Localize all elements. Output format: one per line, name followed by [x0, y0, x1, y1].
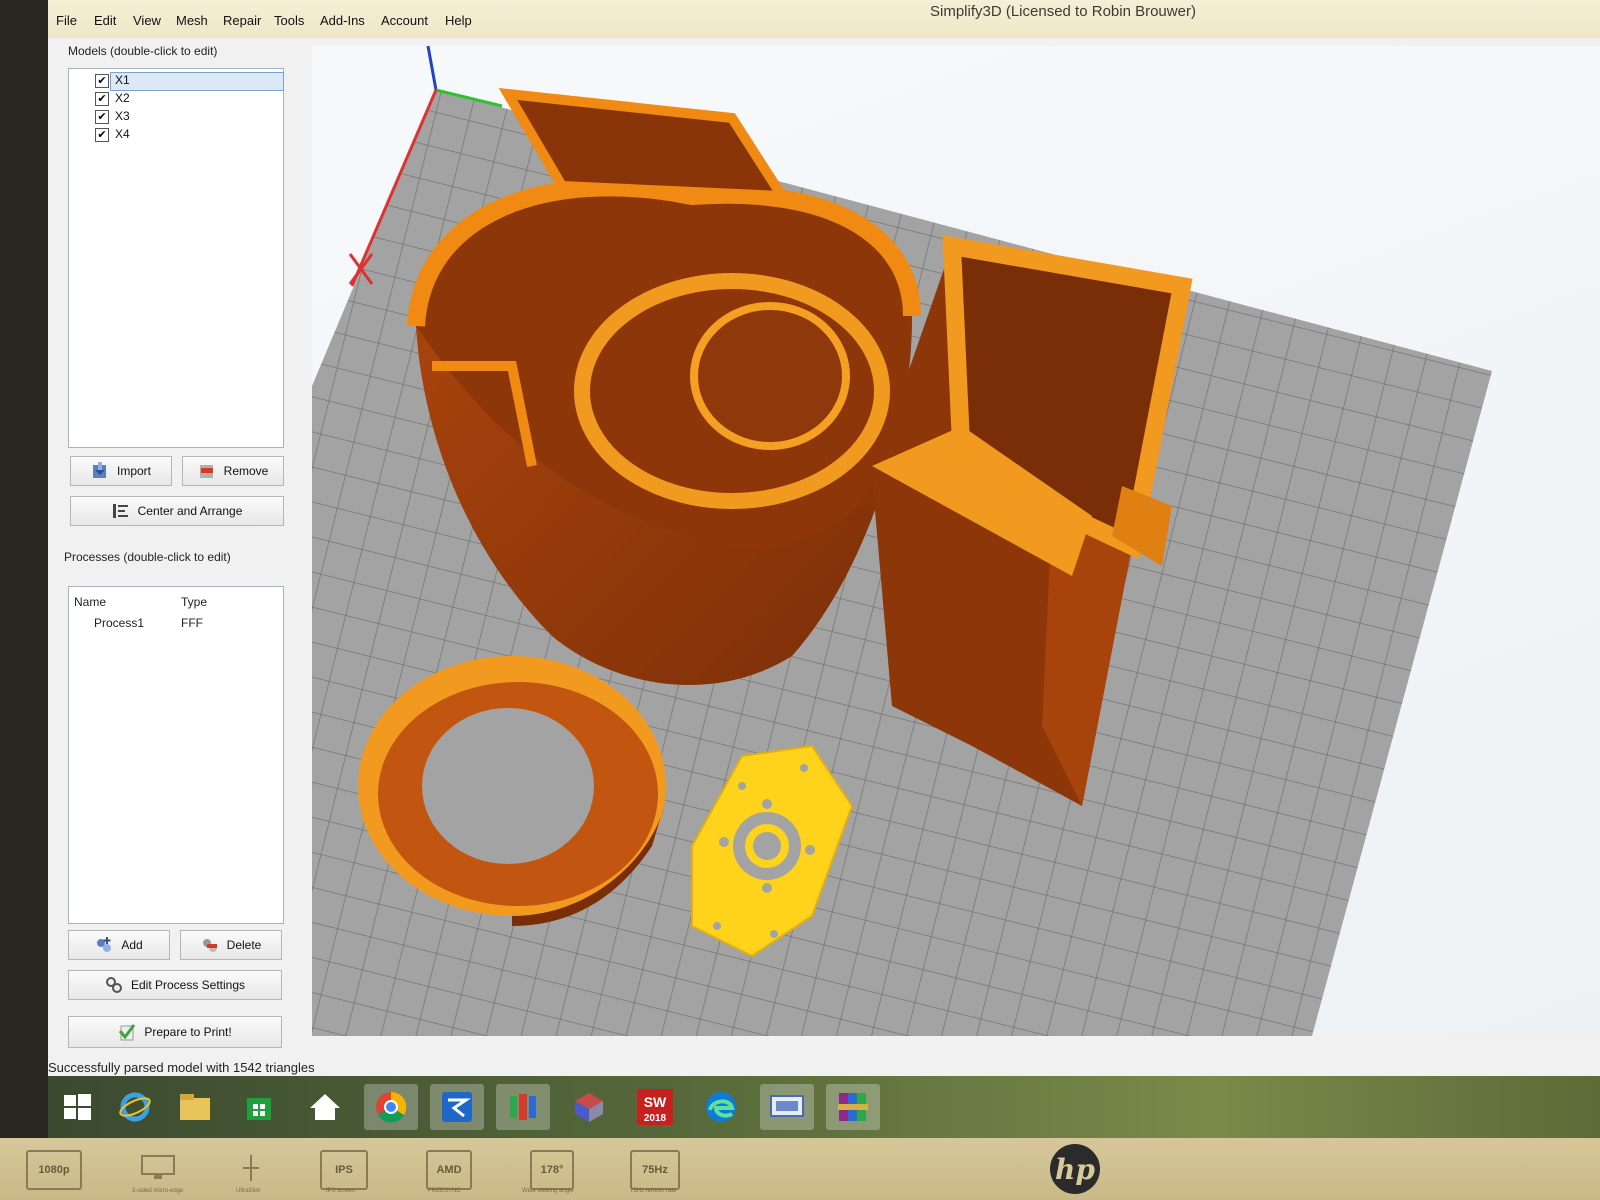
models-list[interactable]: ✔ X1 ✔ X2 ✔ X3 ✔ X4 — [68, 68, 284, 448]
sticker-1080p: 1080p — [26, 1150, 82, 1190]
sticker-label: IPS — [335, 1164, 353, 1176]
checkbox[interactable]: ✔ — [95, 92, 109, 106]
store-icon[interactable] — [232, 1084, 286, 1130]
sticker-label: 1080p — [38, 1164, 70, 1176]
models-group-title: Models (double-click to edit) — [68, 44, 218, 58]
process-type-cell: FFF — [181, 616, 203, 630]
menu-tools[interactable]: Tools — [274, 13, 304, 28]
menu-mesh[interactable]: Mesh — [176, 13, 208, 28]
import-button[interactable]: Import — [70, 456, 172, 486]
add-process-button[interactable]: Add — [68, 930, 170, 960]
model-label: X1 — [115, 73, 130, 87]
network-app-icon[interactable] — [760, 1084, 814, 1130]
windows-start-icon[interactable] — [50, 1084, 104, 1130]
sticker-label: 75Hz — [642, 1164, 668, 1176]
app-icon[interactable] — [496, 1084, 550, 1130]
sticker-label: AMD — [436, 1164, 462, 1176]
model-label: X4 — [115, 127, 130, 141]
column-header-name[interactable]: Name — [74, 595, 106, 609]
model-label: X3 — [115, 109, 130, 123]
sticker-75hz: 75Hz — [630, 1150, 680, 1190]
checkbox[interactable]: ✔ — [95, 74, 109, 88]
file-explorer-icon[interactable] — [168, 1084, 222, 1130]
monitor-screen: File Edit View Mesh Repair Tools Add-Ins… — [48, 0, 1600, 1138]
remove-icon — [199, 465, 213, 478]
sticker-viewing-angle: 178° — [530, 1150, 574, 1190]
sticker-amd-freesync: AMD — [426, 1150, 472, 1190]
windows-taskbar: SW 2018 — [48, 1076, 1600, 1138]
hp-logo: hp — [1050, 1144, 1100, 1194]
selection-highlight — [110, 72, 284, 91]
settings-gears-icon — [105, 977, 122, 993]
menu-repair[interactable]: Repair — [223, 13, 261, 28]
remove-label: Remove — [223, 464, 269, 478]
ultraslim-icon — [243, 1155, 259, 1181]
column-header-type[interactable]: Type — [181, 595, 207, 609]
add-icon — [97, 937, 112, 952]
sticker-caption: IPS screen — [326, 1188, 356, 1194]
chrome-icon[interactable] — [364, 1084, 418, 1130]
remove-button[interactable]: Remove — [182, 456, 284, 486]
monitor-icon — [141, 1155, 175, 1179]
svg-text:SW: SW — [644, 1094, 667, 1110]
menu-view[interactable]: View — [133, 13, 161, 28]
solidworks-year-label: 2018 — [644, 1113, 667, 1124]
edge-icon[interactable] — [694, 1084, 748, 1130]
process-name-cell: Process1 — [94, 616, 145, 630]
3d-viewport[interactable] — [312, 45, 1600, 1036]
menu-account[interactable]: Account — [381, 13, 428, 28]
simplify3d-icon[interactable] — [430, 1084, 484, 1130]
processes-group-title: Processes (double-click to edit) — [64, 550, 231, 564]
table-row[interactable]: Process1 FFF — [69, 613, 281, 631]
sticker-ultraslim — [236, 1150, 266, 1186]
center-and-arrange-label: Center and Arrange — [137, 504, 243, 518]
import-icon — [92, 462, 106, 478]
solidworks-icon[interactable]: SW 2018 — [628, 1084, 682, 1130]
window-title: Simplify3D (Licensed to Robin Brouwer) — [930, 3, 1196, 20]
delete-label: Delete — [226, 938, 262, 952]
menu-add-ins[interactable]: Add-Ins — [320, 13, 365, 28]
add-label: Add — [121, 938, 143, 952]
delete-process-button[interactable]: Delete — [180, 930, 282, 960]
sticker-caption: FREESYNC — [428, 1188, 461, 1194]
sticker-caption: UltraSlim — [236, 1188, 261, 1194]
checkmark-icon — [119, 1024, 136, 1041]
sticker-micro-edge — [136, 1150, 180, 1186]
prepare-to-print-button[interactable]: Prepare to Print! — [68, 1016, 282, 1048]
processes-table[interactable]: Name Type Process1 FFF — [68, 586, 284, 924]
sticker-caption: 3-sided micro-edge — [132, 1188, 184, 1194]
delete-icon — [202, 939, 217, 952]
z-axis — [426, 45, 438, 91]
menu-edit[interactable]: Edit — [94, 13, 116, 28]
build-scene — [312, 45, 1492, 1036]
menu-bar: File Edit View Mesh Repair Tools Add-Ins… — [48, 0, 1600, 38]
menu-help[interactable]: Help — [445, 13, 472, 28]
sticker-ips: IPS — [320, 1150, 368, 1190]
internet-explorer-icon[interactable] — [108, 1084, 162, 1130]
checkbox[interactable]: ✔ — [95, 128, 109, 142]
prepare-to-print-label: Prepare to Print! — [144, 1025, 232, 1039]
menu-file[interactable]: File — [56, 13, 77, 28]
sticker-label: 178° — [540, 1164, 564, 1176]
checkbox[interactable]: ✔ — [95, 110, 109, 124]
center-and-arrange-button[interactable]: Center and Arrange — [70, 496, 284, 526]
edit-process-settings-button[interactable]: Edit Process Settings — [68, 970, 282, 1000]
home-icon[interactable] — [298, 1084, 352, 1130]
monitor-bezel: 1080p 3-sided micro-edge UltraSlim IPS I… — [0, 1138, 1600, 1200]
model-label: X2 — [115, 91, 130, 105]
sticker-caption: 75Hz refresh rate — [630, 1188, 677, 1194]
import-label: Import — [116, 464, 151, 478]
winrar-icon[interactable] — [826, 1084, 880, 1130]
status-bar-text: Successfully parsed model with 1542 tria… — [48, 1060, 315, 1075]
arrange-icon — [112, 504, 128, 518]
edit-process-settings-label: Edit Process Settings — [130, 978, 246, 992]
cube-icon[interactable] — [562, 1084, 616, 1130]
sticker-caption: Wide viewing angle — [522, 1188, 574, 1194]
